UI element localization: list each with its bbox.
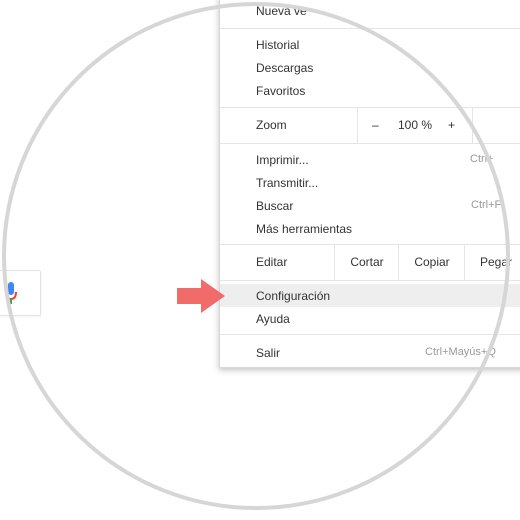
chrome-main-menu: Nueva ve Historial Descargas Favoritos Z… xyxy=(219,0,520,368)
zoom-level: 100 % xyxy=(398,118,433,132)
menu-item-print[interactable]: Imprimir... Ctrl+ xyxy=(220,148,520,171)
menu-item-cast[interactable]: Transmitir... xyxy=(220,171,520,194)
zoom-row: Zoom – 100 % + xyxy=(220,108,520,143)
shortcut-label: Ctrl+ xyxy=(470,153,494,165)
menu-item-label: Más herramientas xyxy=(256,221,353,236)
pointer-arrow-icon xyxy=(177,279,225,313)
menu-item-bookmarks[interactable]: Favoritos xyxy=(220,79,520,102)
menu-item-settings[interactable]: Configuración xyxy=(220,284,520,307)
shortcut-label: Ctrl+Mayús+Q xyxy=(425,346,496,358)
cut-button[interactable]: Cortar xyxy=(334,245,399,280)
zoom-controls: – 100 % + xyxy=(357,108,473,143)
zoom-out-button[interactable]: – xyxy=(372,108,379,143)
menu-separator xyxy=(220,28,520,29)
paste-button[interactable]: Pegar xyxy=(464,245,520,280)
zoom-label: Zoom xyxy=(256,118,287,132)
search-box-partial[interactable] xyxy=(0,270,41,316)
menu-item-label: Buscar xyxy=(256,198,294,213)
menu-item-history[interactable]: Historial xyxy=(220,33,520,56)
menu-item-downloads[interactable]: Descargas xyxy=(220,56,520,79)
menu-separator xyxy=(220,334,520,335)
zoom-in-button[interactable]: + xyxy=(448,108,455,143)
edit-label: Editar xyxy=(256,255,288,269)
menu-item-new-window[interactable]: Nueva ve xyxy=(220,0,520,22)
zoom-circle-view: Nueva ve Historial Descargas Favoritos Z… xyxy=(0,0,520,520)
menu-item-more-tools[interactable]: Más herramientas xyxy=(220,217,520,240)
menu-item-label: Nueva ve xyxy=(256,3,307,18)
menu-item-label: Favoritos xyxy=(256,83,306,98)
menu-item-help[interactable]: Ayuda xyxy=(220,307,520,330)
menu-separator xyxy=(220,280,520,281)
menu-item-label: Historial xyxy=(256,37,300,52)
menu-item-find[interactable]: Buscar Ctrl+F xyxy=(220,194,520,217)
shortcut-label: Ctrl+F xyxy=(471,199,502,211)
menu-item-label: Transmitir... xyxy=(256,175,319,190)
menu-item-label: Salir xyxy=(256,345,281,360)
menu-item-label: Configuración xyxy=(256,288,331,303)
menu-item-label: Ayuda xyxy=(256,311,290,326)
edit-row: Editar Cortar Copiar Pegar xyxy=(220,245,520,280)
copy-button[interactable]: Copiar xyxy=(398,245,465,280)
menu-item-exit[interactable]: Salir Ctrl+Mayús+Q xyxy=(220,341,520,364)
menu-separator xyxy=(220,143,520,144)
menu-item-label: Imprimir... xyxy=(256,152,309,167)
menu-item-label: Descargas xyxy=(256,60,314,75)
microphone-icon[interactable] xyxy=(5,282,17,304)
